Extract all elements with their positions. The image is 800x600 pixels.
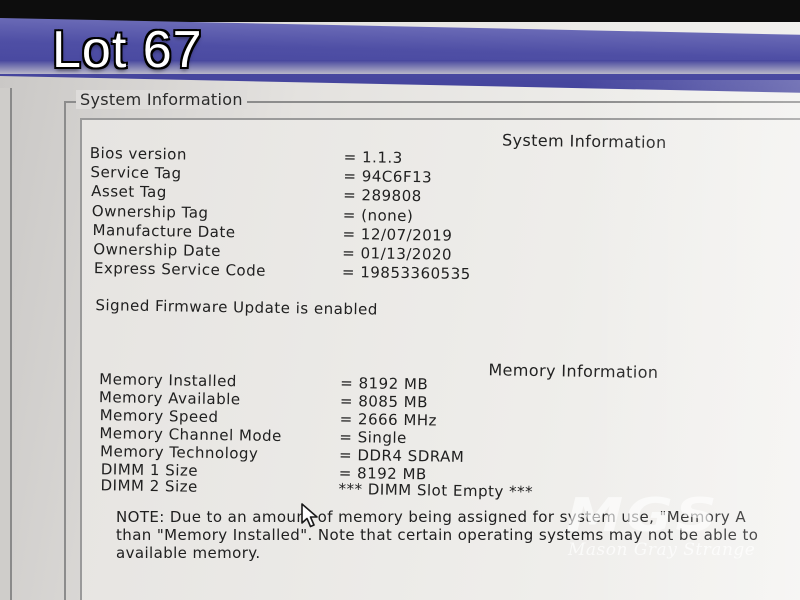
info-label: Express Service Code (93, 259, 267, 280)
note-line: than "Memory Installed". Note that certa… (116, 526, 759, 544)
note-line: available memory. (116, 544, 261, 562)
system-information-heading: System Information (501, 130, 667, 153)
info-label: Manufacture Date (92, 221, 236, 242)
info-value: = 94C6F13 (343, 166, 433, 187)
info-value: = 1.1.3 (343, 147, 403, 167)
firmware-status-text: Signed Firmware Update is enabled (95, 296, 378, 319)
bios-screen: System Information System Information Bi… (0, 0, 800, 600)
info-value: = (none) (342, 205, 414, 226)
memory-value: = 8192 MB (340, 373, 429, 394)
memory-label: Memory Speed (99, 406, 219, 427)
memory-value: = DDR4 SDRAM (338, 445, 465, 466)
memory-value: = 8085 MB (339, 391, 429, 412)
memory-label: Memory Installed (99, 370, 238, 391)
info-label: Ownership Date (93, 240, 222, 261)
info-label: Service Tag (90, 163, 182, 183)
info-label: Bios version (89, 143, 188, 164)
memory-note: NOTE: Due to an amount of memory being a… (116, 508, 800, 562)
memory-label: Memory Available (98, 388, 241, 409)
info-label: Ownership Tag (91, 202, 209, 222)
memory-label: DIMM 2 Size (100, 476, 198, 496)
memory-value: = Single (339, 427, 407, 448)
mouse-pointer-icon (301, 503, 318, 528)
memory-value: = 2666 MHz (339, 409, 438, 430)
info-value: = 19853360535 (341, 262, 471, 283)
info-value: = 01/13/2020 (342, 243, 453, 264)
info-value: = 289808 (343, 185, 422, 206)
info-label: Asset Tag (91, 182, 168, 202)
memory-value: *** DIMM Slot Empty *** (338, 479, 534, 502)
note-line: NOTE: Due to an amount of memory being a… (116, 508, 747, 526)
lot-label: Lot 67 (52, 21, 203, 79)
info-value: = 12/07/2019 (342, 224, 453, 245)
